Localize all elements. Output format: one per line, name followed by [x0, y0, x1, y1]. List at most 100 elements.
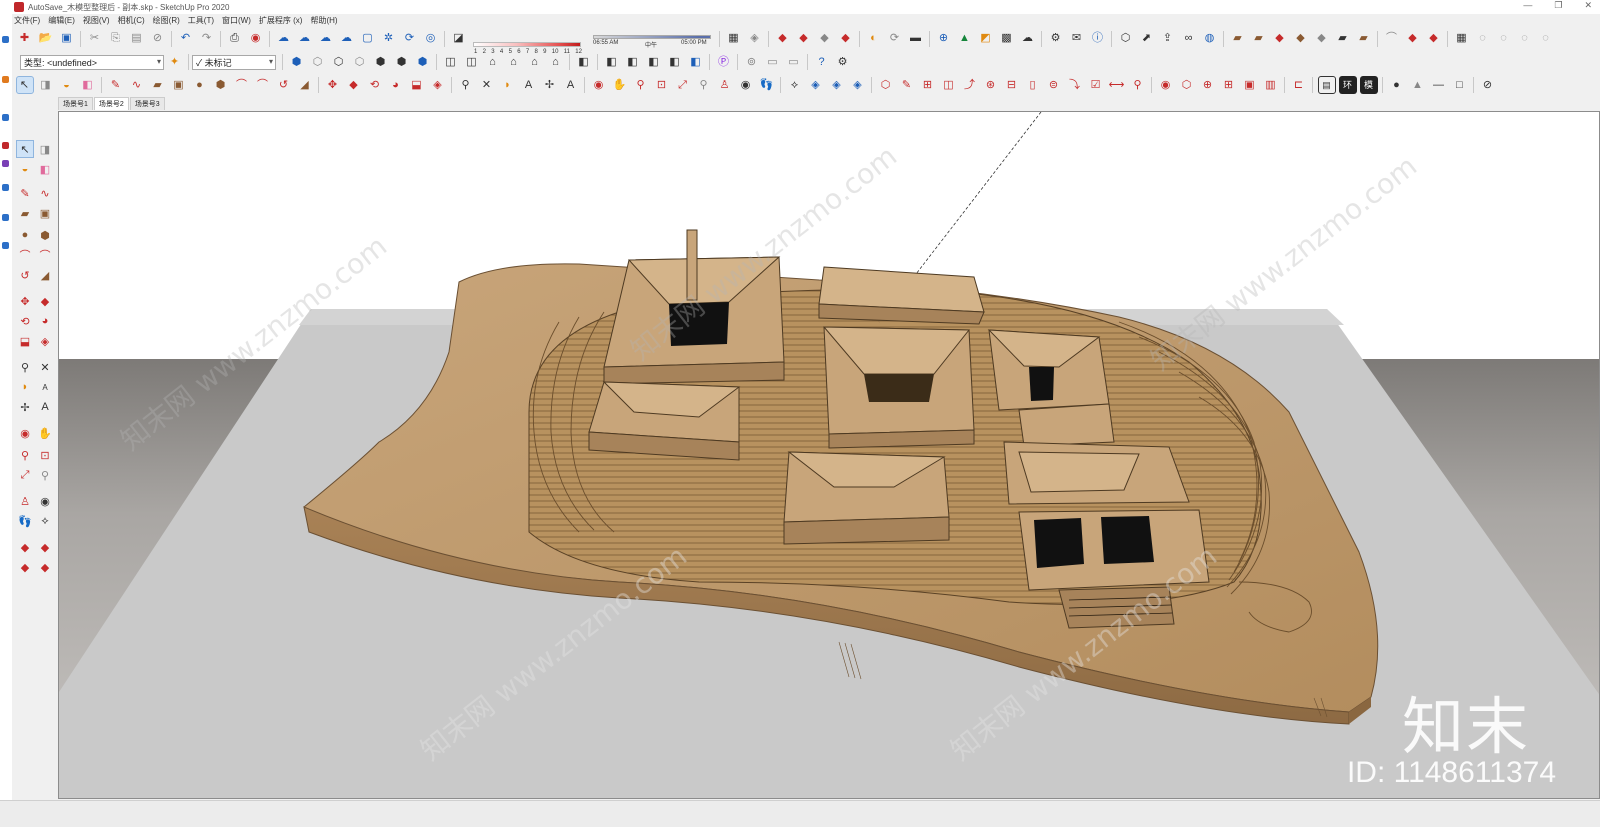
- shadow-time-slider[interactable]: 06:55 AM 中午 05:00 PM: [593, 31, 711, 49]
- info-icon[interactable]: ⓘ: [1089, 30, 1107, 48]
- follow-me-icon[interactable]: ◕: [387, 76, 405, 94]
- mail-icon[interactable]: ✉: [1068, 30, 1086, 48]
- eraser-tool-icon[interactable]: ◧: [79, 76, 97, 94]
- solid-intersect-icon[interactable]: ◧: [624, 53, 642, 71]
- 3d-text-icon[interactable]: A: [562, 76, 580, 94]
- offset-icon[interactable]: ◈: [36, 332, 54, 350]
- cloud-download-icon[interactable]: ☁: [338, 30, 356, 48]
- make-component-icon[interactable]: ◨: [36, 140, 54, 158]
- save-icon[interactable]: ▣: [58, 30, 76, 48]
- freehand-icon[interactable]: ∿: [36, 184, 54, 202]
- polygon-icon[interactable]: ⬢: [212, 76, 230, 94]
- zoom-extents-icon[interactable]: ⤢: [16, 466, 34, 484]
- pan-icon[interactable]: ✋: [611, 76, 629, 94]
- scale-icon[interactable]: ⬓: [408, 76, 426, 94]
- push-pull-icon[interactable]: ◆: [36, 292, 54, 310]
- rotated-rectangle-icon[interactable]: ▣: [170, 76, 188, 94]
- menu-view[interactable]: 视图(V): [83, 15, 110, 26]
- section-display-icon[interactable]: ⊚: [743, 53, 761, 71]
- photo-texture-icon[interactable]: ◩: [977, 30, 995, 48]
- tag-color-icon[interactable]: ✦: [166, 53, 184, 71]
- orbit-icon[interactable]: ◉: [16, 424, 34, 442]
- move-icon[interactable]: ✥: [16, 292, 34, 310]
- chrome-icon[interactable]: ◎: [422, 30, 440, 48]
- tab-scene-1[interactable]: 场景号1: [58, 97, 93, 110]
- ext-tool19-icon[interactable]: ▥: [1262, 76, 1280, 94]
- arc-icon[interactable]: ⌒: [233, 76, 251, 94]
- solid-trim-icon[interactable]: ◧: [666, 53, 684, 71]
- tape-measure-icon[interactable]: ⚲: [457, 76, 475, 94]
- strip-icon[interactable]: [2, 214, 9, 221]
- ext-book-icon[interactable]: ▰: [1229, 30, 1247, 48]
- network-icon[interactable]: ✲: [380, 30, 398, 48]
- ext-red-icon[interactable]: ◆: [1271, 30, 1289, 48]
- rectangle-icon[interactable]: ▰: [149, 76, 167, 94]
- cut-icon[interactable]: ✂: [86, 30, 104, 48]
- ext-tool17-icon[interactable]: ⊞: [1220, 76, 1238, 94]
- position-camera-icon[interactable]: ♙: [16, 492, 34, 510]
- redo-icon[interactable]: ↷: [198, 30, 216, 48]
- checker-icon[interactable]: ▩: [998, 30, 1016, 48]
- ext-tool9-icon[interactable]: ⊜: [1045, 76, 1063, 94]
- trimble-icon[interactable]: ◍: [1201, 30, 1219, 48]
- zoom-window-icon[interactable]: ⊡: [36, 446, 54, 464]
- ext-tool7-icon[interactable]: ⊟: [1003, 76, 1021, 94]
- front-view-icon[interactable]: ⌂: [484, 53, 502, 71]
- text-tool-icon[interactable]: A: [520, 76, 538, 94]
- pie-icon[interactable]: ◢: [296, 76, 314, 94]
- ext-tool18-icon[interactable]: ▣: [1241, 76, 1259, 94]
- cloud-sync-icon[interactable]: ☁: [275, 30, 293, 48]
- axes-icon[interactable]: ✢: [16, 398, 34, 416]
- new-icon[interactable]: ✚: [16, 30, 34, 48]
- ext-tan-icon[interactable]: ▰: [1355, 30, 1373, 48]
- protractor-icon[interactable]: ◗: [499, 76, 517, 94]
- ext-brown-icon[interactable]: ◆: [1292, 30, 1310, 48]
- tab-scene-3[interactable]: 场景号3: [129, 97, 165, 110]
- rotated-rect-icon[interactable]: ▣: [36, 204, 54, 222]
- warehouse-icon[interactable]: ◆: [16, 538, 34, 556]
- solid-subtract-icon[interactable]: ◧: [645, 53, 663, 71]
- text-icon[interactable]: A: [36, 378, 54, 396]
- ext-tool1-icon[interactable]: ⬡: [877, 76, 895, 94]
- strip-icon[interactable]: [2, 114, 9, 121]
- rectangle-icon[interactable]: ▰: [16, 204, 34, 222]
- menu-help[interactable]: 帮助(H): [310, 15, 337, 26]
- ext-red3-icon[interactable]: ◆: [1425, 30, 1443, 48]
- follow-me-icon[interactable]: ◕: [36, 312, 54, 330]
- instructor-icon[interactable]: ?: [813, 53, 831, 71]
- tag-icon[interactable]: ◈: [746, 30, 764, 48]
- layout-icon[interactable]: ◐: [865, 30, 883, 48]
- prev-icon[interactable]: ⚲: [36, 466, 54, 484]
- tab-scene-2[interactable]: 场景号2: [93, 97, 129, 110]
- sandbox2-icon[interactable]: ◈: [828, 76, 846, 94]
- close-button[interactable]: ✕: [1584, 0, 1592, 11]
- ext-grey-icon[interactable]: ◆: [1313, 30, 1331, 48]
- zoom-icon[interactable]: ⚲: [632, 76, 650, 94]
- cube-icon[interactable]: ⬡: [1117, 30, 1135, 48]
- ext3-icon[interactable]: ◆: [36, 558, 54, 576]
- ext-tool10-icon[interactable]: ⤵: [1066, 76, 1084, 94]
- select-icon[interactable]: ↖: [16, 140, 34, 158]
- camera-icon[interactable]: ▬: [907, 30, 925, 48]
- scene-icon[interactable]: ▦: [725, 30, 743, 48]
- line-icon[interactable]: —: [1430, 76, 1448, 94]
- ext-tool2-icon[interactable]: ✎: [898, 76, 916, 94]
- zoom-window-icon[interactable]: ⊡: [653, 76, 671, 94]
- film-icon[interactable]: ▦: [1453, 30, 1471, 48]
- ext-red2-icon[interactable]: ◆: [1404, 30, 1422, 48]
- monochrome-icon[interactable]: ⬢: [414, 53, 432, 71]
- section-plane-icon[interactable]: ⟡: [36, 512, 54, 530]
- offset-icon[interactable]: ◈: [429, 76, 447, 94]
- section-cut-icon[interactable]: ▭: [785, 53, 803, 71]
- walk-icon[interactable]: 👣: [758, 76, 776, 94]
- menu-tools[interactable]: 工具(T): [188, 15, 214, 26]
- zoom-extents-icon[interactable]: ⤢: [674, 76, 692, 94]
- settings-icon[interactable]: ⚙: [1047, 30, 1065, 48]
- left-view-icon[interactable]: ⌂: [547, 53, 565, 71]
- menu-file[interactable]: 文件(F): [14, 15, 40, 26]
- two-point-arc-icon[interactable]: ⌒: [254, 76, 272, 94]
- cloud-dark-icon[interactable]: ☁: [1019, 30, 1037, 48]
- minimize-button[interactable]: —: [1523, 0, 1532, 11]
- ext-tool5-icon[interactable]: ⤴: [961, 76, 979, 94]
- ext2-icon[interactable]: ◆: [16, 558, 34, 576]
